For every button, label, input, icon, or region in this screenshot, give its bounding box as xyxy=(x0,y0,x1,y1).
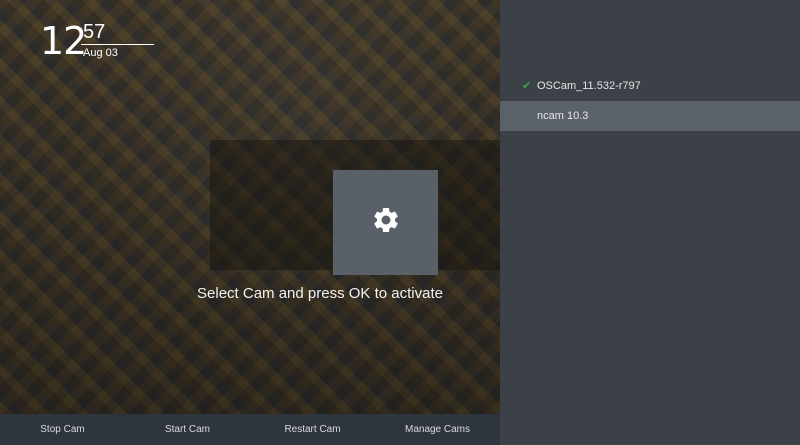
cam-list-item-ncam[interactable]: ncam 10.3 xyxy=(500,101,800,131)
cam-list-item-oscam[interactable]: ✔ OSCam_11.532-r797 xyxy=(500,71,800,101)
clock-minute: 57 xyxy=(83,21,106,43)
gear-tile xyxy=(333,170,438,275)
checkmark-icon: ✔ xyxy=(522,80,532,92)
cam-list-item-label: OSCam_11.532-r797 xyxy=(537,80,641,92)
activate-hint: Select Cam and press OK to activate xyxy=(197,285,443,302)
gear-icon xyxy=(371,205,401,240)
restart-cam-button[interactable]: Restart Cam xyxy=(250,414,375,445)
cam-list-item-label: ncam 10.3 xyxy=(537,110,589,122)
cam-list-panel: ✔ OSCam_11.532-r797 ncam 10.3 xyxy=(500,0,800,445)
start-cam-button[interactable]: Start Cam xyxy=(125,414,250,445)
bottom-action-bar: Stop Cam Start Cam Restart Cam Manage Ca… xyxy=(0,414,500,445)
stop-cam-button[interactable]: Stop Cam xyxy=(0,414,125,445)
clock-divider xyxy=(81,44,154,45)
clock-hour: 12 xyxy=(40,19,87,63)
manage-cams-button[interactable]: Manage Cams xyxy=(375,414,500,445)
clock-date: Aug 03 xyxy=(83,47,118,59)
